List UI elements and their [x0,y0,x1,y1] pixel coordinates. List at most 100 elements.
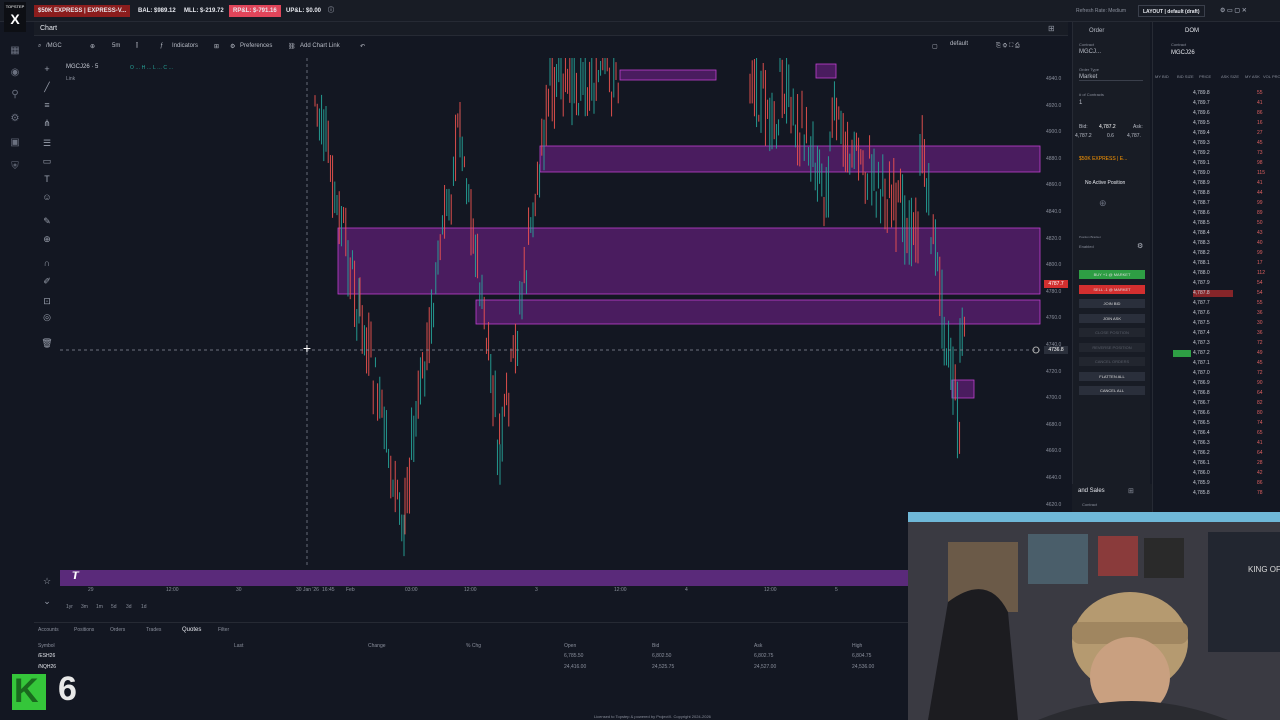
contract-select[interactable]: MGCJ... [1079,49,1101,55]
info-icon[interactable]: ⓘ [324,5,338,17]
order-action-button[interactable]: FLATTEN ALL [1079,371,1145,381]
dom-row[interactable]: 4,788.3 40 [1153,240,1280,247]
add-symbol-icon[interactable]: ⊕ [90,43,95,50]
pencil-icon[interactable]: ✐ [40,274,54,288]
add-chart-link-button[interactable]: Add Chart Link [300,43,340,49]
dom-row[interactable]: 4,789.0 115 [1153,170,1280,177]
account-select[interactable]: $50K EXPRESS | E... [1079,156,1127,162]
tab-dom[interactable]: DOM [1185,28,1199,34]
rectangle-icon[interactable]: ▭ [40,154,54,168]
dom-row[interactable]: 4,786.4 65 [1153,430,1280,437]
dom-row[interactable]: 4,786.8 64 [1153,390,1280,397]
dom-row[interactable]: 4,788.7 99 [1153,200,1280,207]
interval-selector[interactable]: 5m [112,43,120,49]
zoom-icon[interactable]: ⊕ [40,232,54,246]
dom-row[interactable]: 4,787.0 72 [1153,370,1280,377]
bottom-tab[interactable]: Accounts [38,627,59,633]
dom-row[interactable]: 4,786.7 82 [1153,400,1280,407]
order-action-button[interactable]: SELL -1 @ MARKET [1079,284,1145,294]
settings-nav-icon[interactable]: ⚙ [8,112,22,126]
measure-icon[interactable]: ✎ [40,214,54,228]
price-chart[interactable]: + MGCJ26 · 5 O … H … L … C … Link [60,58,1044,568]
order-action-button[interactable]: REVERSE POSITION [1079,342,1145,352]
lock-icon[interactable]: ⊡ [40,294,54,308]
bottom-tab[interactable]: Filter [218,627,229,633]
hline-icon[interactable]: ≡ [40,98,54,112]
link-label[interactable]: Link [66,76,75,82]
gear-icon[interactable]: ⚙ [230,43,235,50]
trendline-icon[interactable]: ╱ [40,80,54,94]
expand-icon[interactable]: ⊞ [1048,24,1055,33]
fib-icon[interactable]: ☰ [40,136,54,150]
dom-contract-select[interactable]: MGCJ26 [1171,50,1195,56]
indicators-button[interactable]: Indicators [172,43,198,49]
dom-row[interactable]: 4,787.7 55 [1153,300,1280,307]
price-axis[interactable]: 4940.0 4920.0 4900.0 4880.0 4860.0 4840.0 4820… [1044,58,1070,568]
dom-row[interactable]: 4,789.2 73 [1153,150,1280,157]
bottom-tab[interactable]: Quotes [182,627,201,633]
trade-nav-icon[interactable]: ◉ [8,66,22,80]
order-action-button[interactable]: JOIN BID [1079,299,1145,308]
dom-row[interactable]: 4,787.8 54 [1153,290,1280,297]
range-button[interactable]: 1yr [66,604,73,610]
tab-order[interactable]: Order [1089,28,1104,34]
dom-row[interactable]: 4,788.4 43 [1153,230,1280,237]
order-action-button[interactable]: CANCEL ORDERS [1079,357,1145,366]
symbol-search[interactable]: /MGC [46,43,62,49]
tv-nav-icon[interactable]: ▣ [8,136,22,150]
dom-row[interactable]: 4,786.0 42 [1153,470,1280,477]
eye-icon[interactable]: ◎ [40,310,54,324]
trash-icon[interactable]: 🗑 [40,336,54,350]
dom-row[interactable]: 4,788.5 50 [1153,220,1280,227]
tab-time-and-sales[interactable]: and Sales [1078,488,1105,494]
layout-name[interactable]: default [950,41,968,47]
dom-row[interactable]: 4,789.8 55 [1153,90,1280,97]
range-button[interactable]: 5d [111,604,117,610]
time-axis[interactable]: 29 12:00 30 30 Jan '26 16:45 Feb 03:00 12:00 3 12… [60,586,910,596]
order-action-button[interactable]: CLOSE POSITION [1079,328,1145,337]
search-icon[interactable]: ⌕ [38,43,41,50]
range-button[interactable]: 3d [126,604,132,610]
text-icon[interactable]: T [40,172,54,186]
dom-row[interactable]: 4,789.5 16 [1153,120,1280,127]
range-button[interactable]: 3m [81,604,88,610]
order-action-button[interactable]: BUY +1 @ MARKET [1079,270,1145,279]
indicators-icon[interactable]: ƒ [160,43,163,49]
pitchfork-icon[interactable]: ⋔ [40,116,54,130]
collapse-icon[interactable]: ⌄ [40,594,54,608]
dom-row[interactable]: 4,786.2 64 [1153,450,1280,457]
dom-row[interactable]: 4,789.7 41 [1153,100,1280,107]
dom-row[interactable]: 4,786.6 80 [1153,410,1280,417]
star-icon[interactable]: ☆ [40,574,54,588]
window-controls[interactable]: ⚙ ▭ ▢ ✕ [1216,5,1251,17]
dom-row[interactable]: 4,787.2 49 [1153,350,1280,357]
templates-icon[interactable]: ⊞ [214,43,219,50]
tab-chart[interactable]: Chart [40,25,57,32]
dom-row[interactable]: 4,788.6 89 [1153,210,1280,217]
account-selector[interactable]: $50K EXPRESS | EXPRESS-V... [34,5,131,17]
dom-row[interactable]: 4,785.9 86 [1153,480,1280,487]
shield-nav-icon[interactable]: ⛨ [8,160,22,174]
dom-row[interactable]: 4,788.8 44 [1153,190,1280,197]
pattern-icon[interactable]: ☺ [40,190,54,204]
dom-row[interactable]: 4,786.9 90 [1153,380,1280,387]
dom-row[interactable]: 4,789.4 27 [1153,130,1280,137]
dom-row[interactable]: 4,787.3 72 [1153,340,1280,347]
dom-row[interactable]: 4,788.2 99 [1153,250,1280,257]
contracts-input[interactable]: 1 [1079,100,1082,106]
link-icon[interactable]: ⛓ [288,43,296,50]
analytics-nav-icon[interactable]: ⚲ [8,88,22,102]
bracket-widget-icon[interactable]: ⊕ [1099,198,1107,209]
chart-canvas[interactable]: + [60,58,1044,568]
order-action-button[interactable]: JOIN ASK [1079,313,1145,323]
bottom-tab[interactable]: Trades [146,627,161,633]
layout-selector[interactable]: LAYOUT | default (draft) [1138,5,1205,17]
dom-row[interactable]: 4,787.9 54 [1153,280,1280,287]
dom-row[interactable]: 4,788.9 41 [1153,180,1280,187]
bar-style-icon[interactable]: ⫿ [136,43,138,50]
order-action-button[interactable]: CANCEL ALL [1079,386,1145,395]
magnet-icon[interactable]: ∩ [40,256,54,270]
bottom-tab[interactable]: Orders [110,627,125,633]
toolbar-icons[interactable]: ⎘ ⚙ ⛶ ⎙ [996,43,1020,50]
dom-row[interactable]: 4,786.5 74 [1153,420,1280,427]
